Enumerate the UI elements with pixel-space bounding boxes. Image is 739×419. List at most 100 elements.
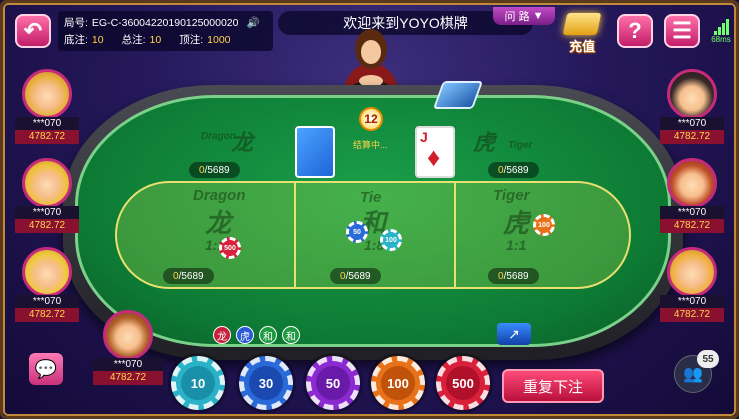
game-stage: ↶ 局号: EG-C-36004220190125000020 🔊 底注: 10…: [0, 0, 739, 419]
online-players-button[interactable]: 👥 55: [674, 350, 719, 393]
back-button[interactable]: ↶: [15, 14, 51, 48]
player-balance: 4782.72: [15, 308, 79, 322]
rebet-button[interactable]: 重复下注: [502, 369, 604, 403]
chat-bubble-icon: 💬: [34, 358, 58, 379]
player-name: ***070: [660, 206, 724, 219]
bet-zone-tie[interactable]: Tie 和 1:8 0/5689: [298, 183, 452, 287]
caret-down-icon: ▼: [532, 10, 544, 22]
zone-divider: [294, 181, 296, 289]
tiger-top-limit: /5689: [503, 164, 529, 176]
tiger-card: J ♦: [415, 126, 455, 178]
player-seat-left-3[interactable]: ***070 4782.72: [15, 247, 79, 322]
player-balance: 4782.72: [660, 130, 724, 144]
player-seat-right-3[interactable]: ***070 4782.72: [660, 247, 724, 322]
topbet-value: 1000: [207, 33, 231, 46]
total-value: 10: [149, 33, 162, 46]
player-balance: 4782.72: [93, 371, 163, 385]
online-count-badge: 55: [697, 350, 719, 368]
latency-text: 68ms: [711, 35, 731, 44]
dragon-card-back: [295, 126, 335, 178]
diamond-icon: ♦: [427, 142, 441, 172]
help-button[interactable]: ?: [617, 14, 653, 48]
avatar: [667, 69, 717, 119]
chip-100-button[interactable]: 100: [371, 356, 425, 410]
tiger-top-char: 虎: [473, 130, 496, 155]
chip-50-button[interactable]: 50: [306, 356, 360, 410]
player-name: ***070: [93, 358, 163, 371]
player-name: ***070: [15, 295, 79, 308]
player-balance: 4782.72: [660, 219, 724, 233]
dragon-top-pill: 0/5689: [189, 162, 240, 178]
chip-value: 100: [381, 366, 415, 400]
zone-tie-limit: /5689: [345, 270, 371, 282]
history-road[interactable]: 龙 虎 和 和: [213, 326, 323, 346]
avatar: [22, 158, 72, 208]
zone-tie-pill: 0/5689: [330, 268, 381, 284]
rules-dropdown[interactable]: 问 路 ▼: [493, 7, 555, 25]
player-seat-right-2[interactable]: ***070 4782.72: [660, 158, 724, 233]
history-item: 和: [282, 326, 300, 344]
chip-value: 500: [446, 366, 480, 400]
countdown-timer: 12: [359, 107, 383, 131]
zone-dragon-pill: 0/5689: [163, 268, 214, 284]
chip-10-button[interactable]: 10: [171, 356, 225, 410]
avatar: [22, 69, 72, 119]
bottom-value: 10: [91, 33, 104, 46]
zone-dragon-limit: /5689: [178, 270, 204, 282]
history-item: 虎: [236, 326, 254, 344]
list-icon: ☰: [672, 18, 692, 43]
topbet-label: 顶注:: [179, 34, 204, 46]
menu-button[interactable]: ☰: [664, 14, 700, 48]
avatar: [103, 310, 153, 360]
bet-zone-tiger[interactable]: Tiger 虎 1:1 0/5689: [458, 183, 598, 287]
table-chip: 50: [346, 221, 368, 243]
player-name: ***070: [15, 206, 79, 219]
dragon-top-char: 龙: [231, 130, 254, 155]
bottom-label: 底注:: [64, 34, 88, 46]
chip-500-button[interactable]: 500: [436, 356, 490, 410]
bet-zone-dragon[interactable]: Dragon 龙 1:1 0/5689: [153, 183, 293, 287]
player-name: ***070: [660, 117, 724, 130]
chat-button[interactable]: 💬: [29, 353, 63, 385]
zone-tiger-pill: 0/5689: [488, 268, 539, 284]
round-value: EG-C-36004220190125000020: [91, 16, 239, 29]
tiger-top-pill: 0/5689: [488, 162, 539, 178]
tiger-top-en: Tiger: [508, 140, 533, 151]
zone-tiger-odds: 1:1: [506, 237, 527, 253]
zone-dragon-en: Dragon: [193, 187, 246, 204]
users-icon: 👥: [683, 366, 703, 383]
zone-divider: [454, 181, 456, 289]
dragon-top-limit: /5689: [204, 164, 230, 176]
history-item: 龙: [213, 326, 231, 344]
sound-icon[interactable]: 🔊: [246, 16, 259, 29]
rules-label: 问 路: [504, 11, 530, 23]
trend-chart-icon: ↗: [508, 325, 520, 342]
zone-tiger-en: Tiger: [493, 187, 530, 204]
signal-bars-icon: [709, 17, 733, 35]
question-icon: ?: [628, 18, 642, 43]
trend-button[interactable]: ↗: [497, 323, 531, 345]
table-chip: 100: [533, 214, 555, 236]
round-info-panel: 局号: EG-C-36004220190125000020 🔊 底注: 10 总…: [58, 11, 273, 51]
player-seat-left-1[interactable]: ***070 4782.72: [15, 69, 79, 144]
player-seat-left-2[interactable]: ***070 4782.72: [15, 158, 79, 233]
recharge-label: 充值: [568, 39, 595, 54]
player-balance: 4782.72: [15, 130, 79, 144]
zone-tiger-cn: 虎: [503, 208, 530, 238]
recharge-button[interactable]: 充值: [557, 11, 607, 55]
total-label: 总注:: [121, 34, 146, 46]
gold-bars-icon: [562, 13, 602, 35]
player-seat-right-1[interactable]: ***070 4782.72: [660, 69, 724, 144]
avatar: [667, 247, 717, 297]
chip-30-button[interactable]: 30: [239, 356, 293, 410]
table-chip: 500: [219, 237, 241, 259]
player-name: ***070: [15, 117, 79, 130]
back-arrow-icon: ↶: [23, 18, 43, 43]
chip-value: 10: [181, 366, 215, 400]
signal-indicator: 68ms: [709, 17, 733, 47]
player-balance: 4782.72: [660, 308, 724, 322]
chip-value: 30: [249, 366, 283, 400]
zone-dragon-cn: 龙: [205, 208, 232, 238]
chip-value: 50: [316, 366, 350, 400]
zone-tiger-limit: /5689: [503, 270, 529, 282]
